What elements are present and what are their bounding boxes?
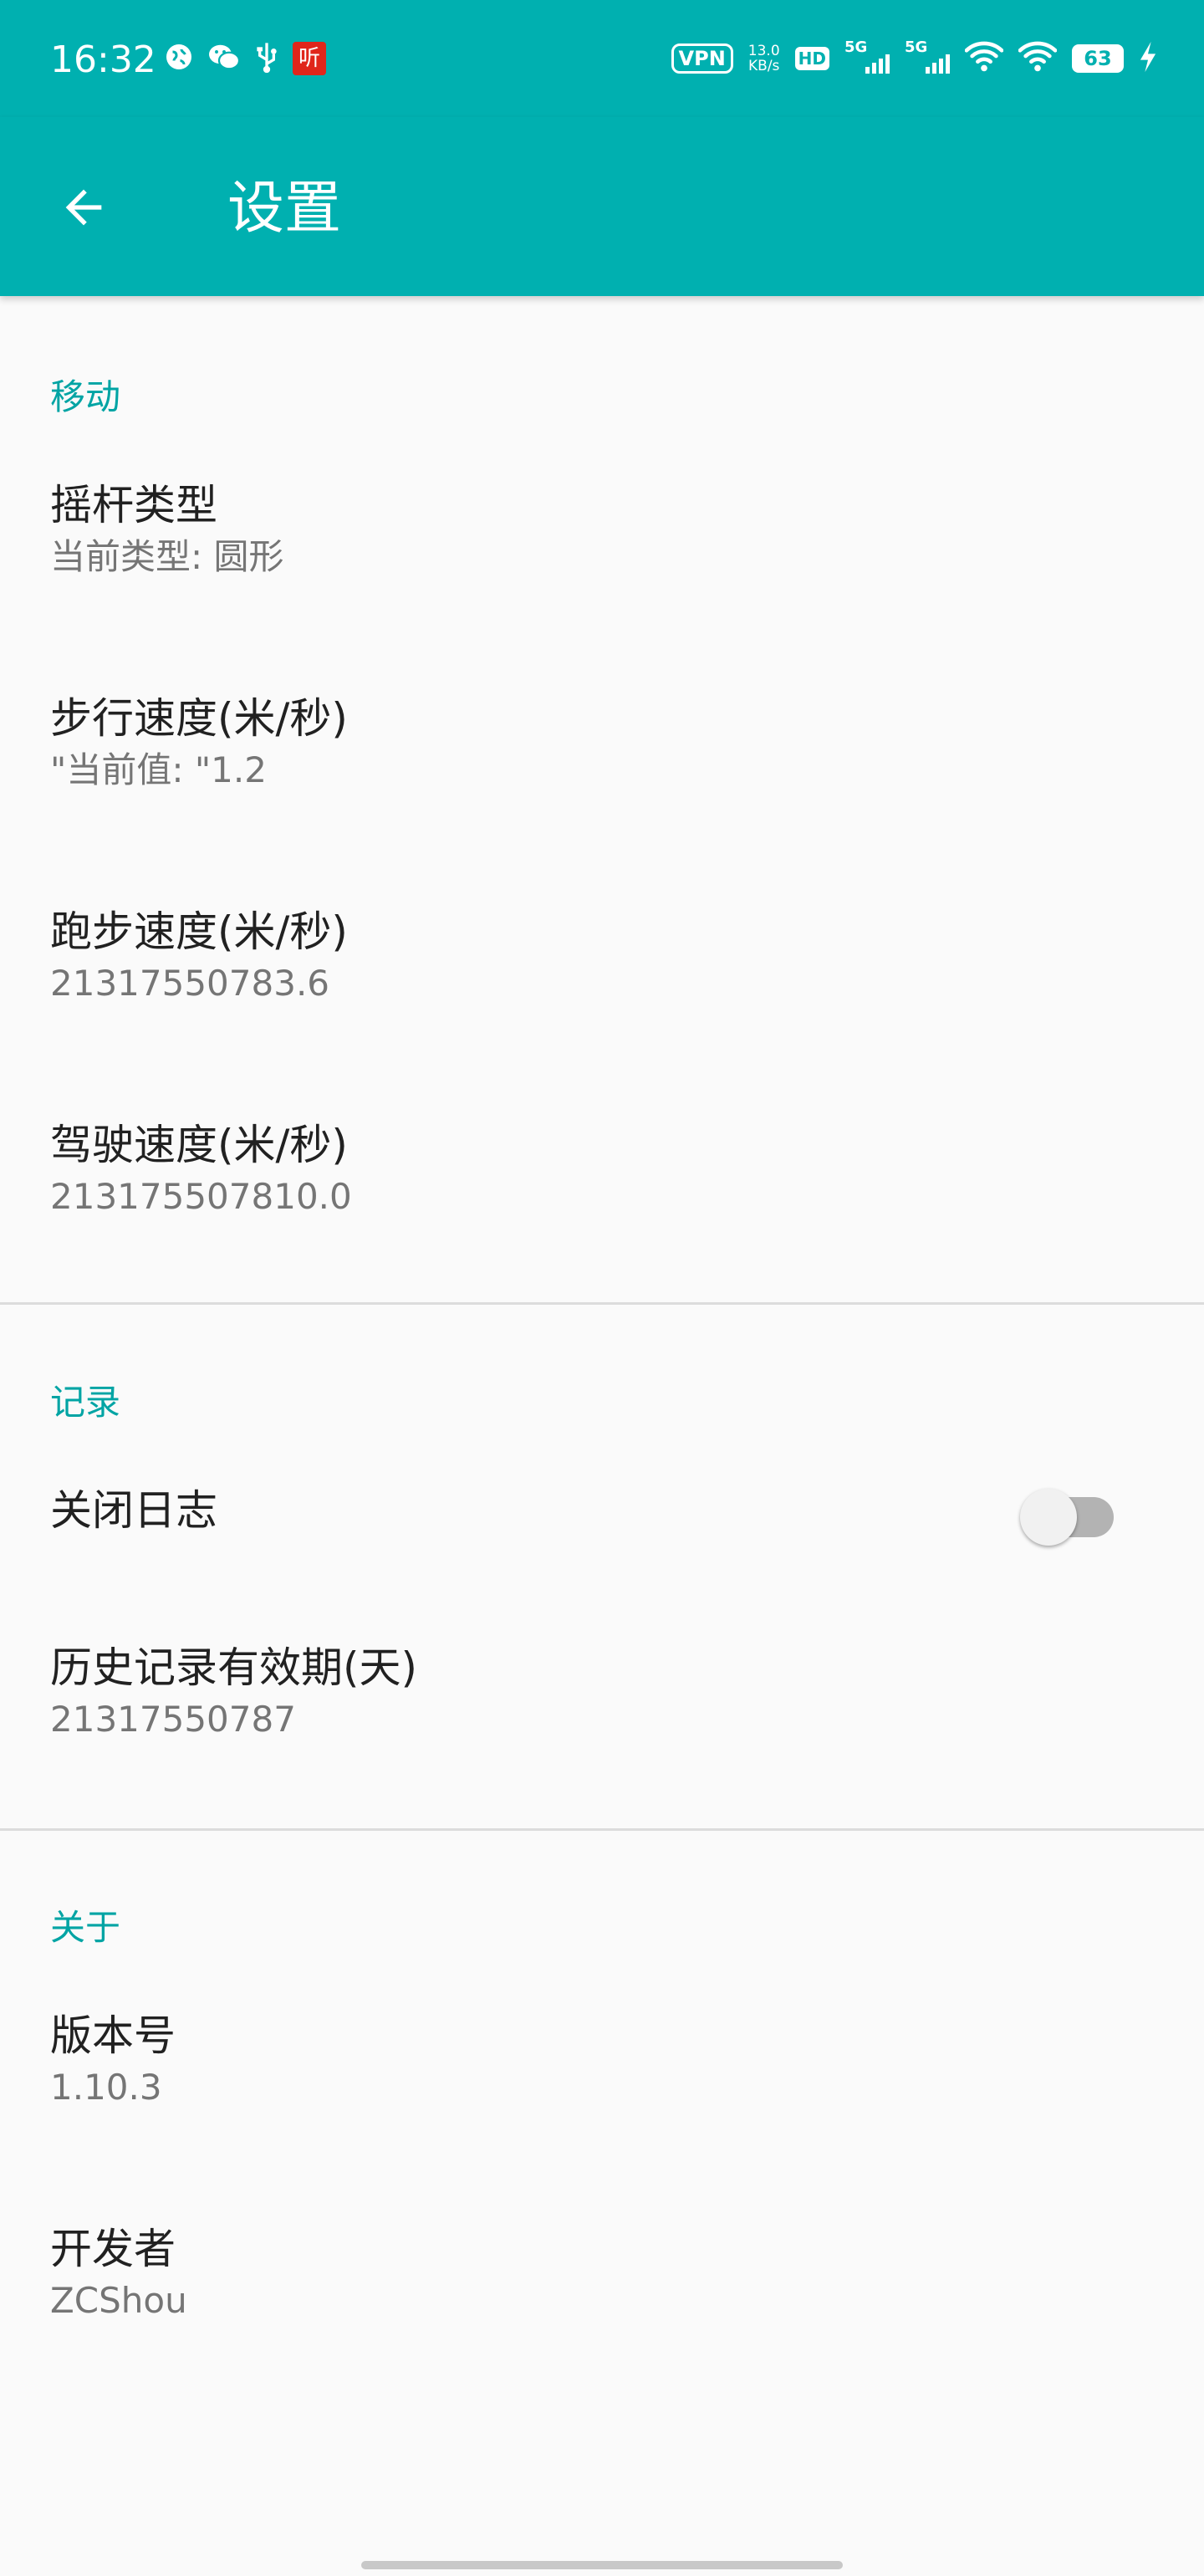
vpn-badge: VPN <box>671 43 733 74</box>
gesture-navigation-bar[interactable] <box>361 2561 843 2569</box>
pref-title: 跑步速度(米/秒) <box>50 907 348 956</box>
signal-icon: 5G <box>905 40 950 77</box>
globe-icon <box>164 42 194 75</box>
pref-title: 关闭日志 <box>50 1486 217 1535</box>
status-time: 16:32 <box>50 38 156 81</box>
speed-unit: KB/s <box>748 58 780 74</box>
pref-drive-speed[interactable]: 驾驶速度(米/秒) 213175507810.0 <box>0 1086 1204 1300</box>
pref-title: 步行速度(米/秒) <box>50 694 348 743</box>
hd-badge: HD <box>794 47 829 70</box>
app-icon: 听 <box>293 42 326 75</box>
pref-joystick-type[interactable]: 摇杆类型 当前类型: 圆形 <box>0 447 1204 660</box>
arrow-left-icon <box>57 181 110 238</box>
status-bar: 16:32 听 VPN 13.0 KB/s HD 5G 5G 63 <box>0 0 1204 117</box>
wifi-icon <box>1018 40 1058 77</box>
app-bar: 设置 <box>0 117 1204 296</box>
wechat-icon <box>207 42 241 75</box>
back-button[interactable] <box>47 172 120 246</box>
pref-summary: 1.10.3 <box>50 2067 162 2108</box>
switch-thumb <box>1020 1489 1077 1546</box>
network-type-1: 5G <box>844 38 868 56</box>
system-icons: VPN 13.0 KB/s HD 5G 5G 63 <box>671 38 1157 79</box>
notification-icons: 听 <box>164 40 326 77</box>
pref-summary: "当前值: "1.2 <box>50 749 267 790</box>
network-type-2: 5G <box>905 38 928 56</box>
signal-icon: 5G <box>844 40 890 77</box>
wifi-icon <box>964 40 1004 77</box>
pref-history-expiry[interactable]: 历史记录有效期(天) 21317550787 <box>0 1609 1204 1822</box>
disable-log-switch[interactable] <box>1020 1475 1120 1546</box>
category-title-move: 移动 <box>50 376 121 417</box>
pref-title: 驾驶速度(米/秒) <box>50 1121 348 1169</box>
divider <box>0 1302 1204 1305</box>
pref-summary: 21317550787 <box>50 1699 296 1740</box>
charging-icon <box>1139 40 1157 77</box>
pref-summary: 213175507810.0 <box>50 1176 352 1217</box>
category-title-record: 记录 <box>50 1382 121 1423</box>
speed-value: 13.0 <box>747 43 780 59</box>
pref-developer[interactable]: 开发者 ZCShou <box>0 2190 1204 2404</box>
pref-walk-speed[interactable]: 步行速度(米/秒) "当前值: "1.2 <box>0 660 1204 873</box>
pref-summary: ZCShou <box>50 2280 187 2321</box>
battery-indicator: 63 <box>1072 44 1124 73</box>
pref-summary: 当前类型: 圆形 <box>50 536 284 577</box>
pref-version[interactable]: 版本号 1.10.3 <box>0 1977 1204 2190</box>
pref-summary: 21317550783.6 <box>50 963 330 1004</box>
pref-run-speed[interactable]: 跑步速度(米/秒) 21317550783.6 <box>0 873 1204 1086</box>
pref-title: 摇杆类型 <box>50 481 217 529</box>
category-title-about: 关于 <box>50 1907 121 1948</box>
divider <box>0 1828 1204 1831</box>
pref-title: 版本号 <box>50 2011 176 2060</box>
pref-title: 开发者 <box>50 2225 176 2273</box>
usb-icon <box>254 40 279 77</box>
pref-title: 历史记录有效期(天) <box>50 1643 418 1692</box>
page-title: 设置 <box>227 176 342 242</box>
network-speed: 13.0 KB/s <box>748 43 780 74</box>
